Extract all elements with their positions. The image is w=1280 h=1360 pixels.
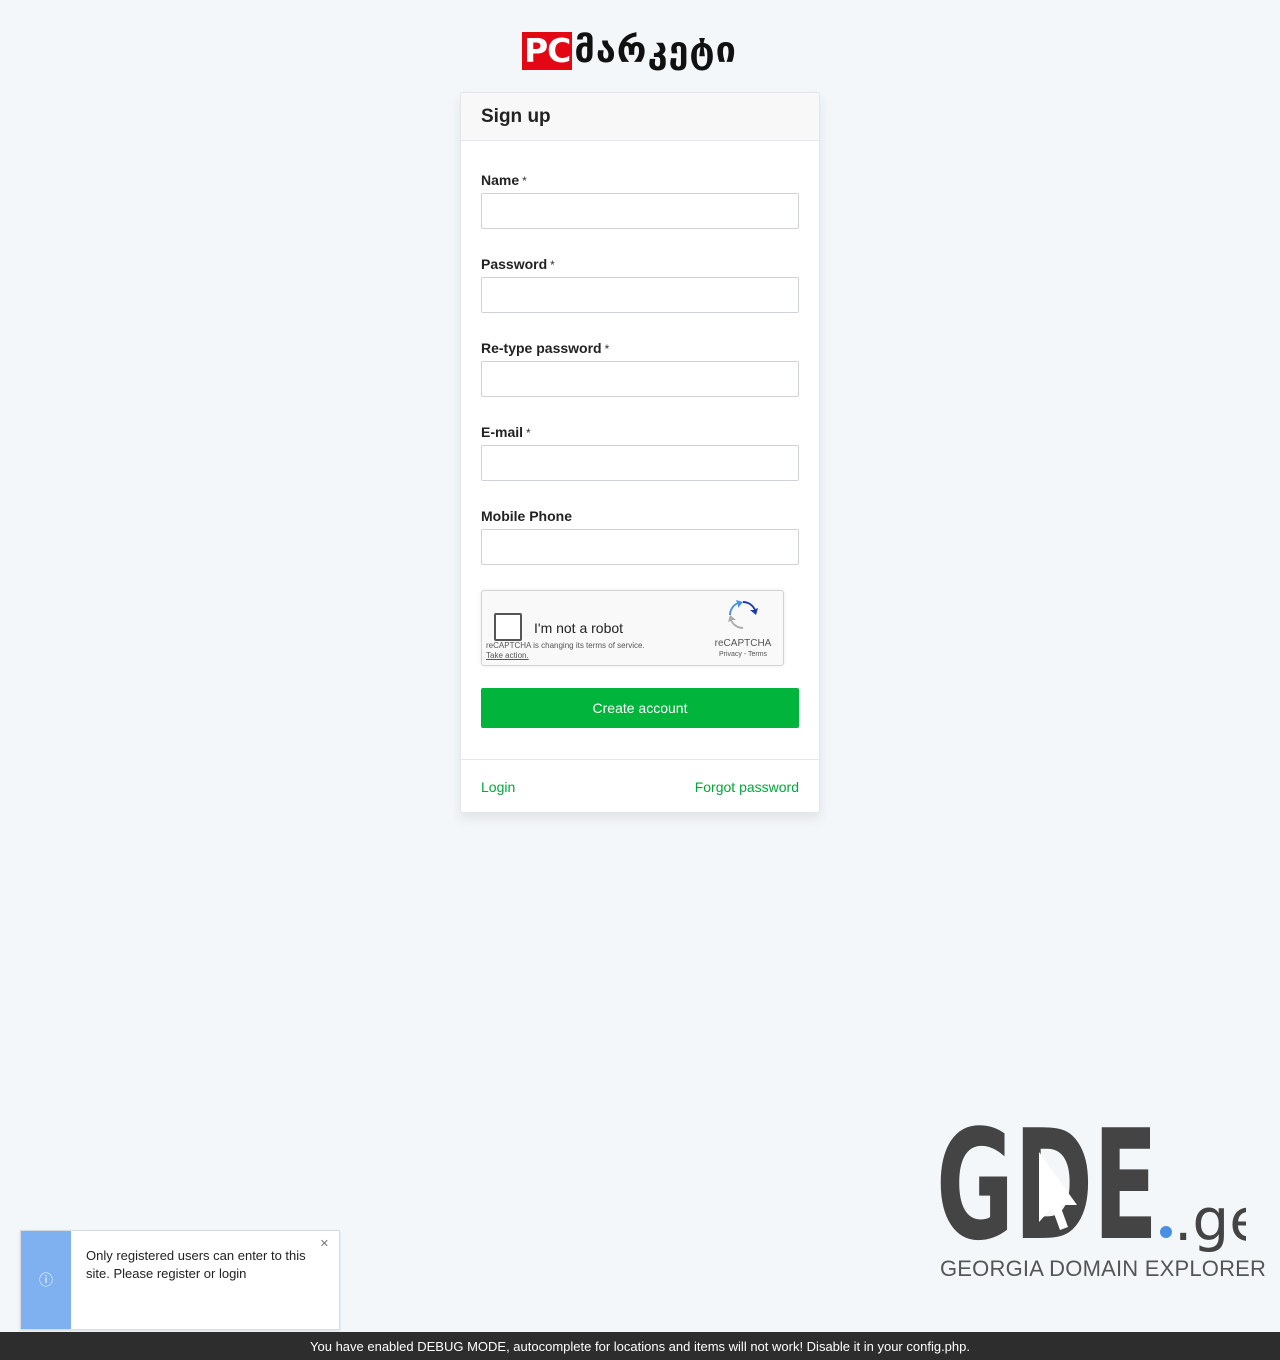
password-label: Password *	[481, 256, 555, 272]
page-title: Sign up	[481, 105, 551, 127]
gde-subtitle: GEORGIA DOMAIN EXPLORER	[940, 1256, 1267, 1281]
gde-wordmark: GDE .ge	[936, 1097, 1265, 1274]
logo-pc-mark: PC	[522, 31, 573, 70]
recaptcha-icon	[728, 600, 758, 629]
create-account-button[interactable]: Create account	[481, 688, 799, 728]
recaptcha-note: reCAPTCHA is changing its terms of servi…	[486, 641, 645, 650]
card-header: Sign up	[461, 93, 819, 141]
phone-field-group: Mobile Phone	[481, 497, 799, 581]
email-label: E-mail *	[481, 424, 531, 440]
gde-suffix: .ge	[1174, 1186, 1246, 1252]
close-icon[interactable]: ✕	[320, 1237, 329, 1250]
required-mark: *	[550, 258, 555, 272]
signup-form: Name * Password * Re-type password * E-mail…	[461, 141, 819, 581]
retype-password-field-group: Re-type password *	[481, 329, 799, 413]
gde-logo[interactable]: GDE .ge GEORGIA DOMAIN EXPLORER	[936, 1097, 1266, 1284]
logo-text: მარკეტი	[574, 30, 737, 71]
name-input[interactable]	[481, 193, 799, 229]
phone-label: Mobile Phone	[481, 508, 572, 524]
recaptcha-checkbox[interactable]	[494, 613, 522, 641]
required-mark: *	[604, 342, 610, 356]
debug-bar: You have enabled DEBUG MODE, autocomplet…	[0, 1332, 1280, 1360]
login-link[interactable]: Login	[481, 779, 515, 795]
name-label: Name *	[481, 172, 527, 188]
card-footer: Login Forgot password	[461, 759, 819, 813]
debug-message: You have enabled DEBUG MODE, autocomplet…	[310, 1338, 970, 1354]
notification-toast: ⓘ Only registered users can enter to thi…	[20, 1230, 340, 1330]
email-input[interactable]	[481, 445, 799, 481]
recaptcha-widget: I'm not a robot reCAPTCHA is changing it…	[481, 590, 784, 666]
phone-input[interactable]	[481, 529, 799, 565]
recaptcha-logo: reCAPTCHA Privacy - Terms	[713, 599, 773, 658]
site-logo[interactable]: PC მარკეტი	[522, 31, 737, 71]
forgot-password-link[interactable]: Forgot password	[695, 779, 799, 795]
toast-message: Only registered users can enter to this …	[86, 1248, 306, 1281]
recaptcha-links[interactable]: Privacy - Terms	[713, 651, 773, 658]
signup-card: Sign up Name * Password * Re-type password…	[460, 92, 820, 813]
required-mark: *	[522, 174, 527, 188]
password-input[interactable]	[481, 277, 799, 313]
email-field-group: E-mail *	[481, 413, 799, 497]
retype-password-label: Re-type password *	[481, 340, 610, 356]
recaptcha-brand: reCAPTCHA	[714, 638, 772, 649]
retype-password-input[interactable]	[481, 361, 799, 397]
recaptcha-action-link[interactable]: Take action.	[486, 651, 529, 660]
gde-dot-icon	[1160, 1226, 1172, 1238]
recaptcha-label: I'm not a robot	[534, 620, 624, 636]
info-icon: ⓘ	[21, 1231, 71, 1329]
required-mark: *	[526, 426, 531, 440]
name-field-group: Name *	[481, 161, 799, 245]
password-field-group: Password *	[481, 245, 799, 329]
